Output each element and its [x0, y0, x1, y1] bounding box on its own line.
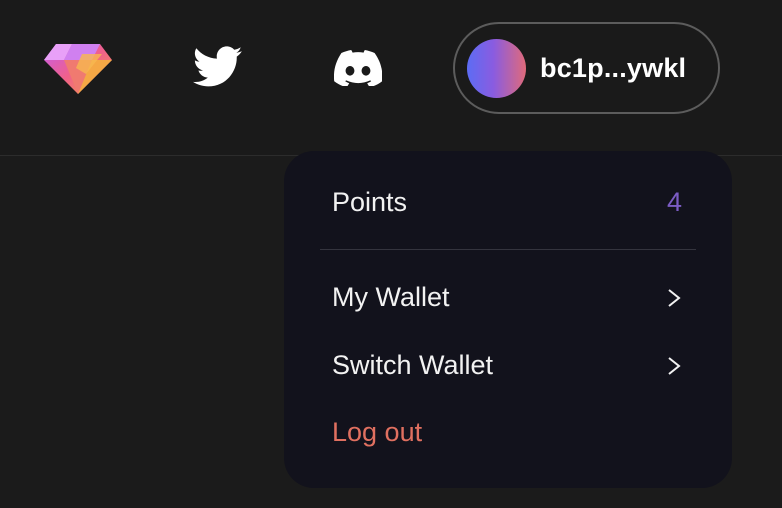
- chevron-right-icon: [668, 288, 681, 307]
- wallet-dropdown-menu: Points 4 My Wallet Switch Wallet Log out: [284, 151, 732, 488]
- divider: [320, 249, 696, 250]
- wallet-button[interactable]: bc1p...ywkl: [453, 22, 720, 114]
- my-wallet-item[interactable]: My Wallet: [332, 282, 682, 313]
- points-row: Points 4: [332, 187, 682, 218]
- logout-label: Log out: [332, 417, 423, 447]
- wallet-address: bc1p...ywkl: [540, 52, 687, 83]
- discord-icon[interactable]: [333, 48, 383, 88]
- switch-wallet-label: Switch Wallet: [332, 350, 494, 380]
- page: bc1p...ywkl Points 4 My Wallet Switch Wa…: [0, 0, 782, 508]
- gem-logo-icon[interactable]: [42, 40, 114, 96]
- chevron-right-icon: [668, 356, 681, 375]
- points-label: Points: [332, 187, 408, 217]
- switch-wallet-item[interactable]: Switch Wallet: [332, 350, 682, 381]
- avatar: [467, 38, 526, 98]
- top-bar: bc1p...ywkl: [0, 0, 782, 156]
- my-wallet-label: My Wallet: [332, 282, 450, 312]
- twitter-icon[interactable]: [192, 44, 244, 90]
- logout-item[interactable]: Log out: [332, 417, 682, 448]
- points-value: 4: [666, 187, 682, 217]
